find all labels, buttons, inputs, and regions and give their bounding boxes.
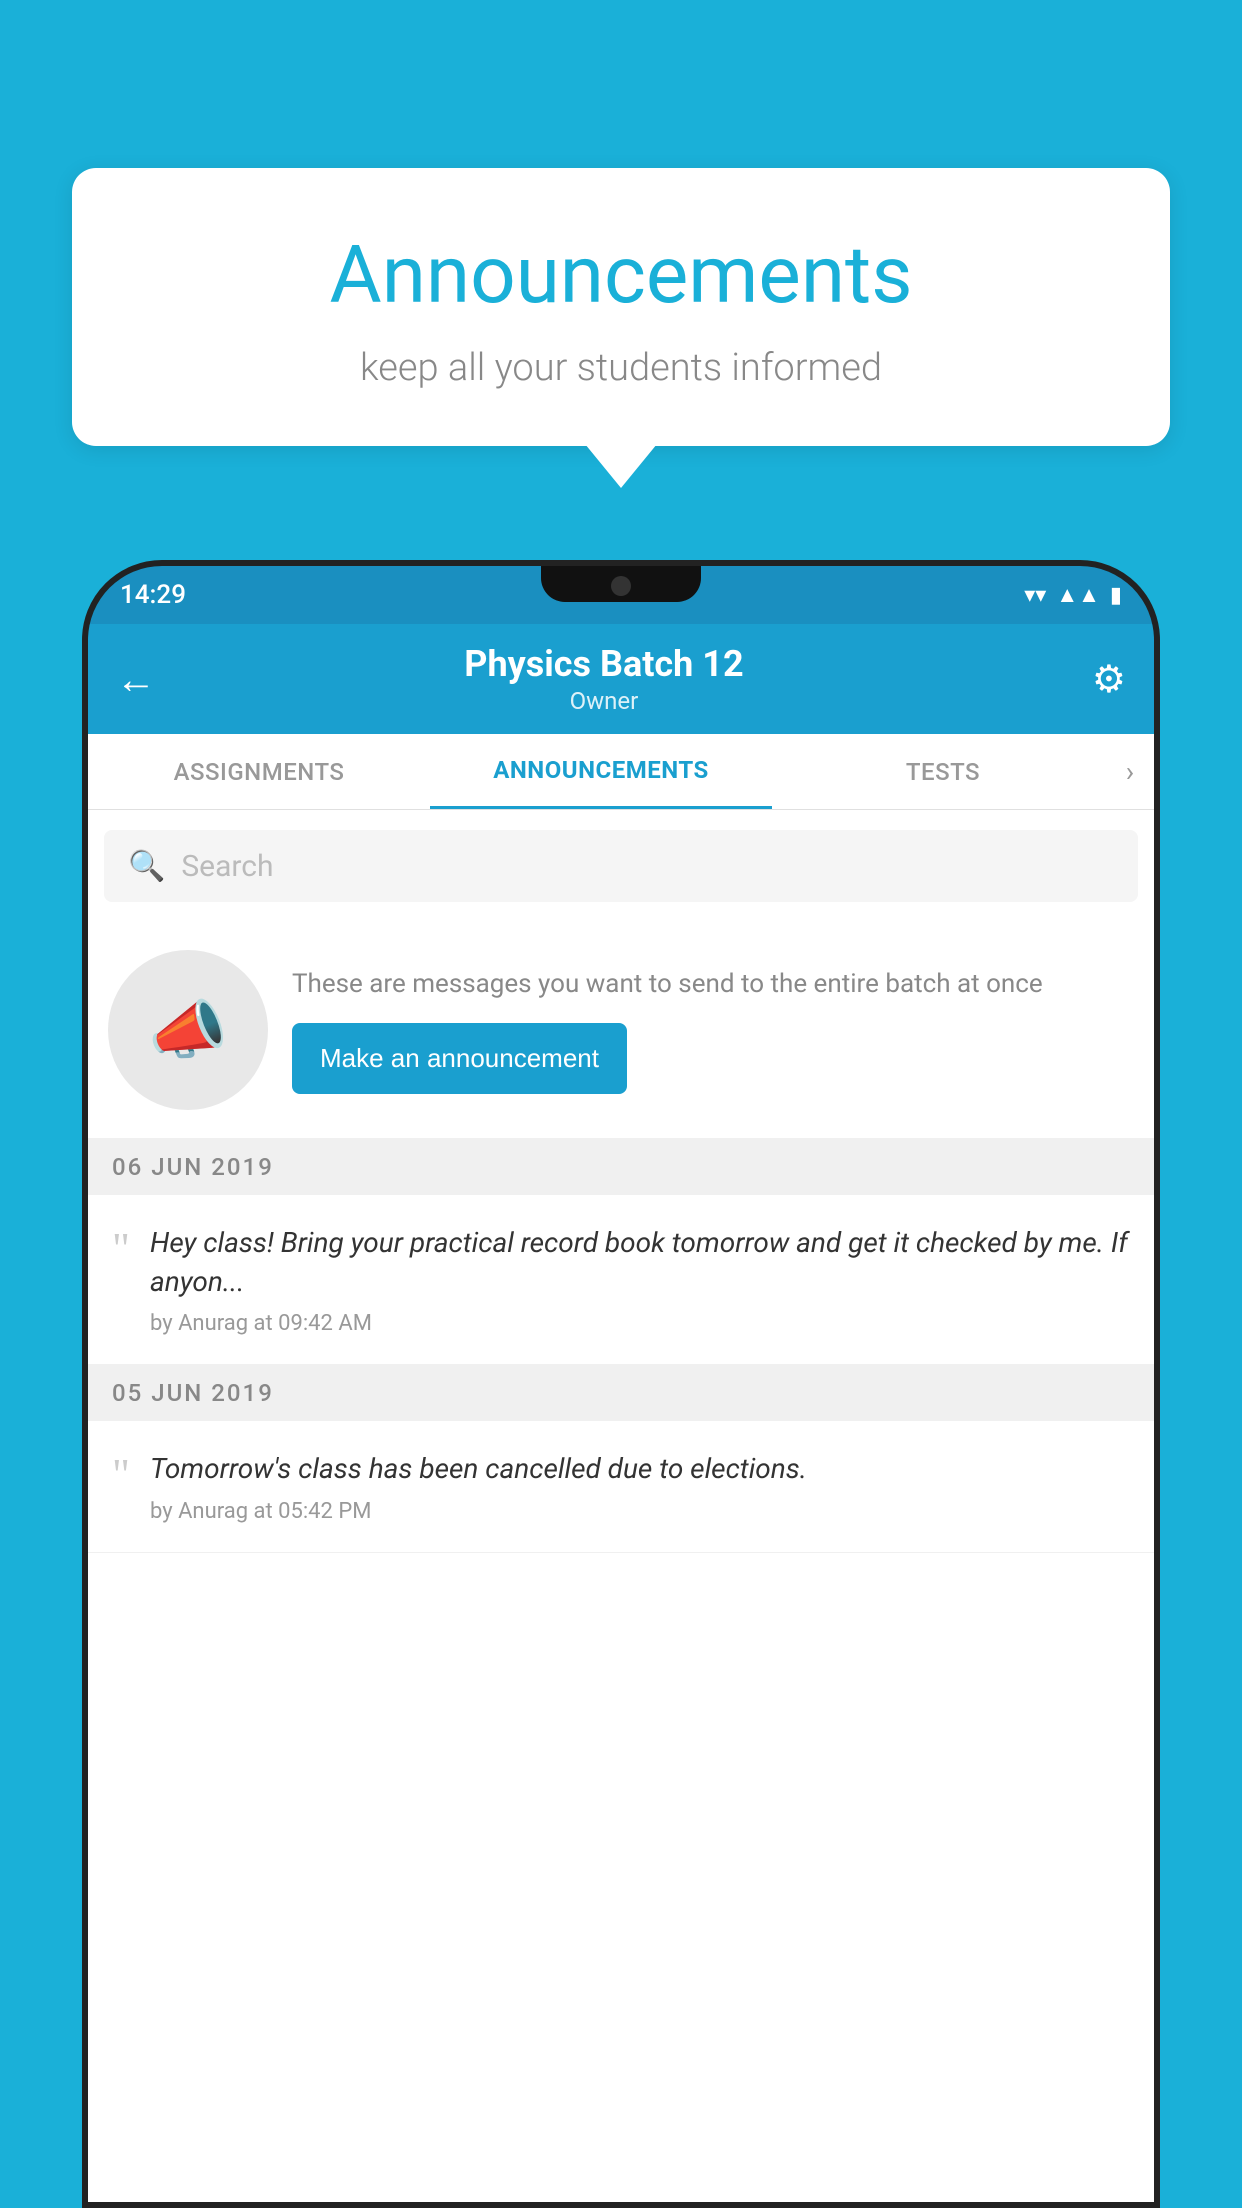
battery-icon: ▮ (1110, 583, 1122, 608)
tab-assignments[interactable]: ASSIGNMENTS (88, 734, 430, 809)
settings-icon[interactable]: ⚙ (1092, 657, 1126, 702)
search-icon: 🔍 (128, 849, 165, 884)
empty-state-text: These are messages you want to send to t… (292, 966, 1134, 1093)
announcement-meta-1: by Anurag at 09:42 AM (150, 1311, 1130, 1336)
screen-content: 🔍 Search 📣 These are messages you want t… (88, 810, 1154, 2202)
date-separator-2: 05 JUN 2019 (88, 1365, 1154, 1421)
app-bar: ← Physics Batch 12 Owner ⚙ (88, 624, 1154, 734)
tab-announcements[interactable]: ANNOUNCEMENTS (430, 734, 772, 809)
phone-frame: 14:29 ▾▾ ▲▲ ▮ ← Physics Batch 12 Owner ⚙… (82, 560, 1160, 2208)
bubble-title: Announcements (120, 228, 1122, 322)
tabs: ASSIGNMENTS ANNOUNCEMENTS TESTS › (88, 734, 1154, 810)
volume-up-button (82, 726, 84, 806)
announcement-text-block-1: Hey class! Bring your practical record b… (150, 1223, 1130, 1336)
status-icons: ▾▾ ▲▲ ▮ (1024, 582, 1122, 608)
tab-more[interactable]: › (1114, 755, 1154, 788)
announcement-text-2: Tomorrow's class has been cancelled due … (150, 1449, 807, 1488)
search-bar[interactable]: 🔍 Search (104, 830, 1138, 902)
empty-state: 📣 These are messages you want to send to… (88, 922, 1154, 1139)
announcement-meta-2: by Anurag at 05:42 PM (150, 1499, 807, 1524)
date-separator-1: 06 JUN 2019 (88, 1139, 1154, 1195)
announcement-item-2[interactable]: " Tomorrow's class has been cancelled du… (88, 1421, 1154, 1552)
power-button (1158, 766, 1160, 866)
speech-bubble: Announcements keep all your students inf… (72, 168, 1170, 446)
app-bar-title-block: Physics Batch 12 Owner (176, 643, 1032, 715)
announcement-text-block-2: Tomorrow's class has been cancelled due … (150, 1449, 807, 1523)
quote-icon-2: " (112, 1453, 130, 1497)
notch (541, 566, 701, 602)
search-placeholder: Search (181, 849, 273, 884)
back-button[interactable]: ← (116, 656, 156, 703)
wifi-icon: ▾▾ (1024, 583, 1046, 608)
make-announcement-button[interactable]: Make an announcement (292, 1023, 627, 1094)
tab-tests[interactable]: TESTS (772, 734, 1114, 809)
volume-down-button (82, 826, 84, 906)
camera (611, 576, 631, 596)
app-bar-title: Physics Batch 12 (176, 643, 1032, 685)
empty-state-description: These are messages you want to send to t… (292, 966, 1134, 1002)
status-time: 14:29 (120, 580, 186, 610)
announcement-icon-circle: 📣 (108, 950, 268, 1110)
megaphone-icon: 📣 (148, 993, 228, 1068)
announcement-text-1: Hey class! Bring your practical record b… (150, 1223, 1130, 1301)
quote-icon-1: " (112, 1227, 130, 1271)
bubble-subtitle: keep all your students informed (120, 346, 1122, 390)
app-bar-subtitle: Owner (176, 687, 1032, 715)
signal-icon: ▲▲ (1056, 582, 1100, 608)
announcement-item-1[interactable]: " Hey class! Bring your practical record… (88, 1195, 1154, 1365)
